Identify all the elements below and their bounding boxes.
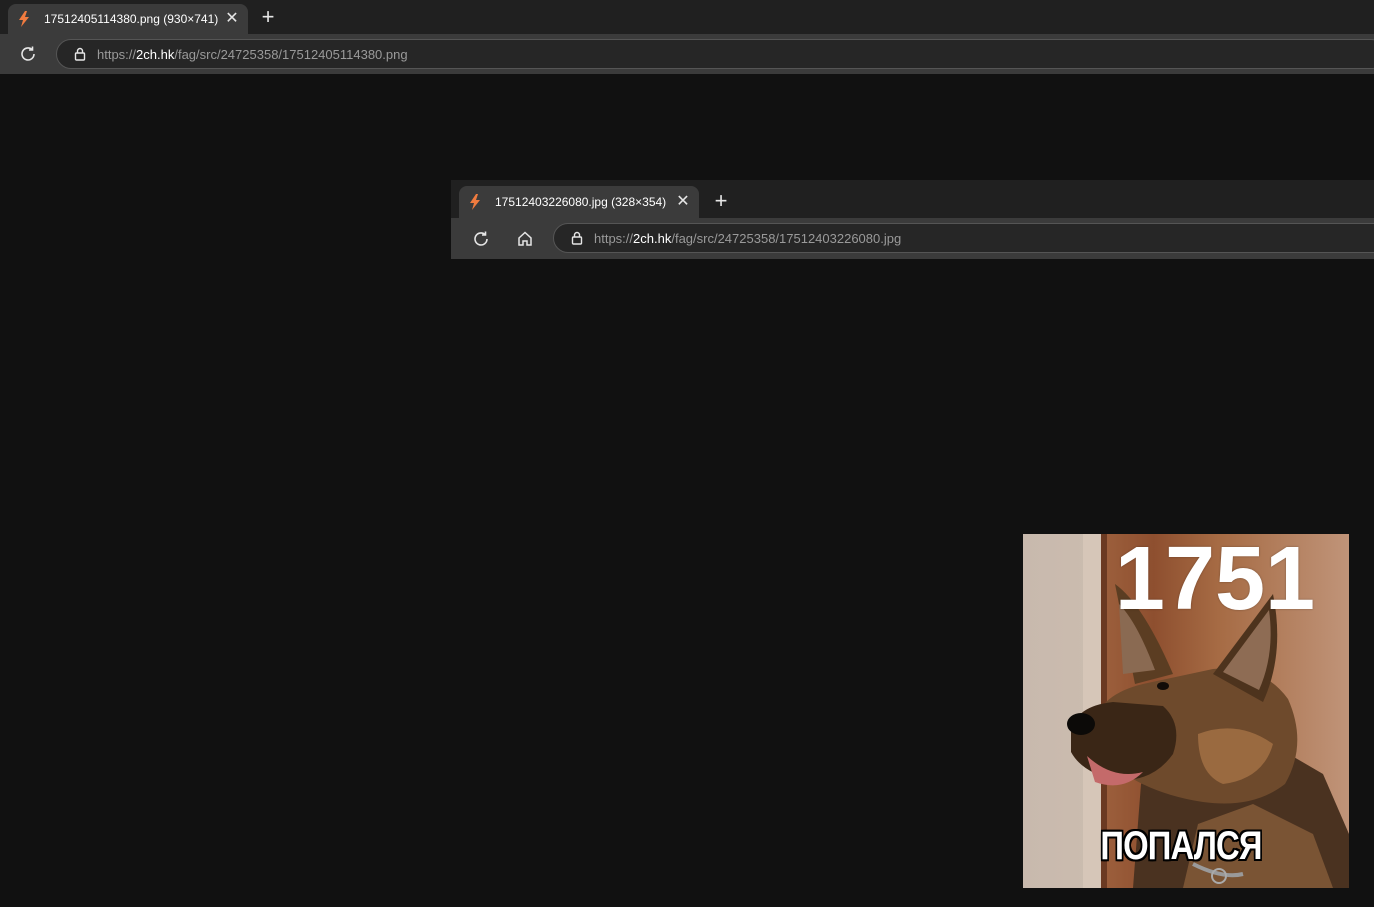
- outer-toolbar: https://2ch.hk/fag/src/24725358/17512405…: [0, 34, 1374, 74]
- inner-tab-close-button[interactable]: ✕: [675, 194, 691, 210]
- meme-number: 1751: [1114, 534, 1316, 629]
- lightning-bolt-icon: [16, 11, 32, 27]
- inner-new-tab-button[interactable]: +: [711, 190, 731, 212]
- lock-icon[interactable]: [73, 47, 87, 61]
- outer-new-tab-button[interactable]: +: [258, 6, 278, 28]
- lock-icon[interactable]: [570, 231, 584, 245]
- reload-icon[interactable]: [469, 227, 493, 251]
- outer-tab[interactable]: 17512405114380.png (930×741) ✕: [8, 4, 248, 34]
- reload-icon[interactable]: [16, 42, 40, 66]
- outer-address-bar[interactable]: https://2ch.hk/fag/src/24725358/17512405…: [56, 39, 1374, 69]
- screen: 17512405114380.png (930×741) ✕ + https:/…: [0, 0, 1374, 907]
- outer-url: https://2ch.hk/fag/src/24725358/17512405…: [97, 47, 408, 62]
- outer-tabstrip: 17512405114380.png (930×741) ✕ +: [0, 0, 1374, 34]
- inner-tab-title: 17512403226080.jpg (328×354): [495, 195, 667, 209]
- inner-url-host: 2ch.hk: [633, 230, 672, 246]
- home-icon[interactable]: [513, 227, 537, 251]
- inner-address-bar[interactable]: https://2ch.hk/fag/src/24725358/17512403…: [553, 223, 1374, 253]
- inner-toolbar: https://2ch.hk/fag/src/24725358/17512403…: [451, 218, 1374, 259]
- inner-browser-window: 17512403226080.jpg (328×354) ✕ + https:/…: [451, 180, 1374, 259]
- outer-url-path: /fag/src/24725358/17512405114380.png: [174, 46, 408, 62]
- outer-tab-title: 17512405114380.png (930×741): [44, 12, 219, 26]
- outer-tab-close-button[interactable]: ✕: [224, 11, 240, 27]
- dog-meme-image: 1751 ПОПАЛСЯ: [1023, 534, 1349, 888]
- inner-url: https://2ch.hk/fag/src/24725358/17512403…: [594, 231, 901, 246]
- inner-url-prefix: https://: [594, 230, 634, 246]
- lightning-bolt-icon: [467, 194, 483, 210]
- outer-url-host: 2ch.hk: [136, 46, 175, 62]
- inner-url-path: /fag/src/24725358/17512403226080.jpg: [671, 230, 902, 246]
- meme-caption: ПОПАЛСЯ: [1100, 824, 1262, 868]
- outer-url-prefix: https://: [97, 46, 137, 62]
- inner-tab[interactable]: 17512403226080.jpg (328×354) ✕: [459, 186, 699, 218]
